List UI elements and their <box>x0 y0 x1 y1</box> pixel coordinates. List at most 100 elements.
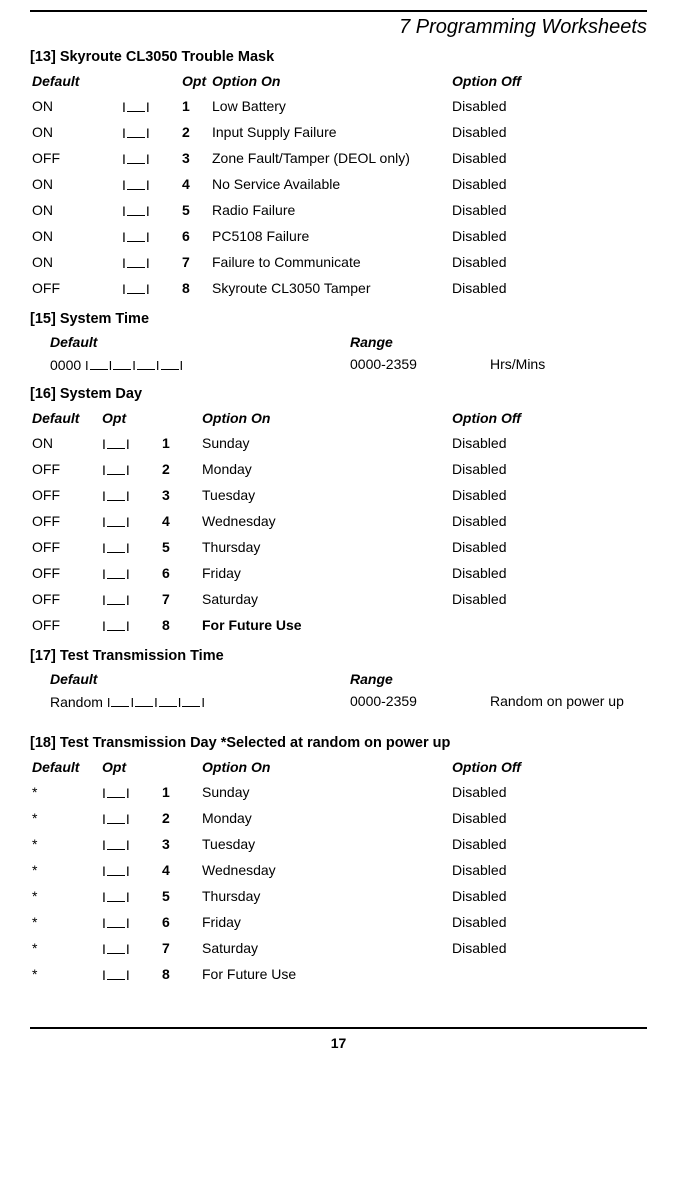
hdr-opt: Opt <box>100 755 160 779</box>
table-row: OFFII3TuesdayDisabled <box>30 482 647 508</box>
entry-field[interactable]: IIIII <box>107 695 205 710</box>
sec17-default: Random <box>50 694 103 710</box>
page: 7 Programming Worksheets [13] Skyroute C… <box>0 0 677 1051</box>
default-value: ON <box>30 430 100 456</box>
hdr-off: Option Off <box>450 406 647 430</box>
option-off: Disabled <box>450 857 647 883</box>
opt-number: 2 <box>160 805 200 831</box>
default-value: OFF <box>30 145 120 171</box>
section-15-title: [15] System Time <box>30 311 647 327</box>
option-on: Friday <box>200 560 450 586</box>
hdr-on: Option On <box>200 406 450 430</box>
entry-field[interactable]: II <box>100 961 160 987</box>
entry-field[interactable]: II <box>120 145 180 171</box>
entry-field[interactable]: II <box>120 119 180 145</box>
table-row: OFFII4WednesdayDisabled <box>30 508 647 534</box>
entry-field[interactable]: II <box>100 612 160 638</box>
option-on: Tuesday <box>200 831 450 857</box>
entry-field[interactable]: II <box>100 430 160 456</box>
option-off: Disabled <box>450 534 647 560</box>
entry-field[interactable]: II <box>120 93 180 119</box>
table-row: *II1SundayDisabled <box>30 779 647 805</box>
entry-field[interactable]: II <box>100 456 160 482</box>
bottom-rule <box>30 1027 647 1029</box>
option-on: Saturday <box>200 586 450 612</box>
default-value: ON <box>30 93 120 119</box>
option-off: Disabled <box>450 197 647 223</box>
option-on: Saturday <box>200 935 450 961</box>
sec15-default: 0000 <box>50 357 81 373</box>
entry-field[interactable]: II <box>100 935 160 961</box>
section-18-title: [18] Test Transmission Day *Selected at … <box>30 735 647 751</box>
section-15-header: DefaultRange <box>30 331 647 353</box>
option-off: Disabled <box>450 119 647 145</box>
entry-field[interactable]: II <box>120 223 180 249</box>
table-row: OFFII3Zone Fault/Tamper (DEOL only)Disab… <box>30 145 647 171</box>
default-value: OFF <box>30 586 100 612</box>
entry-field[interactable]: II <box>100 831 160 857</box>
hdr-off: Option Off <box>450 755 647 779</box>
entry-field[interactable]: II <box>120 275 180 301</box>
entry-field[interactable]: II <box>100 508 160 534</box>
entry-field[interactable]: II <box>120 197 180 223</box>
option-off: Disabled <box>450 805 647 831</box>
opt-number: 5 <box>160 883 200 909</box>
default-value: ON <box>30 119 120 145</box>
option-off: Disabled <box>450 145 647 171</box>
entry-field[interactable]: II <box>100 482 160 508</box>
default-value: OFF <box>30 456 100 482</box>
default-value: * <box>30 779 100 805</box>
entry-field[interactable]: II <box>100 779 160 805</box>
section-17-row: Random IIIII 0000-2359 Random on power u… <box>30 690 647 713</box>
option-on: Thursday <box>200 883 450 909</box>
opt-number: 8 <box>160 961 200 987</box>
opt-number: 3 <box>160 482 200 508</box>
entry-field[interactable]: II <box>120 249 180 275</box>
opt-number: 2 <box>180 119 210 145</box>
default-value: ON <box>30 249 120 275</box>
entry-field[interactable]: II <box>100 805 160 831</box>
hdr-range: Range <box>350 671 490 687</box>
table-header: Default Opt Option On Option Off <box>30 69 647 93</box>
entry-field[interactable]: II <box>120 171 180 197</box>
opt-number: 4 <box>160 857 200 883</box>
default-value: * <box>30 961 100 987</box>
opt-number: 6 <box>160 560 200 586</box>
option-off: Disabled <box>450 508 647 534</box>
opt-number: 8 <box>180 275 210 301</box>
table-row: ONII1Low BatteryDisabled <box>30 93 647 119</box>
section-17-header: Default Range <box>30 668 647 690</box>
option-off: Disabled <box>450 249 647 275</box>
table-row: OFFII8Skyroute CL3050 TamperDisabled <box>30 275 647 301</box>
table-row: *II5ThursdayDisabled <box>30 883 647 909</box>
default-value: * <box>30 831 100 857</box>
entry-field[interactable]: II <box>100 909 160 935</box>
option-off: Disabled <box>450 93 647 119</box>
table-row: *II6FridayDisabled <box>30 909 647 935</box>
default-value: OFF <box>30 560 100 586</box>
default-value: OFF <box>30 534 100 560</box>
hdr-default: Default <box>50 671 350 687</box>
entry-field[interactable]: II <box>100 857 160 883</box>
entry-field[interactable]: II <box>100 560 160 586</box>
option-on: Tuesday <box>200 482 450 508</box>
entry-field[interactable]: II <box>100 534 160 560</box>
option-on: Wednesday <box>200 508 450 534</box>
hdr-on: Option On <box>210 69 450 93</box>
page-number: 17 <box>30 1035 647 1051</box>
option-off: Disabled <box>450 456 647 482</box>
table-row: *II7SaturdayDisabled <box>30 935 647 961</box>
entry-field[interactable]: II <box>100 883 160 909</box>
entry-field[interactable]: II <box>100 586 160 612</box>
table-row: OFFII7SaturdayDisabled <box>30 586 647 612</box>
option-on: Zone Fault/Tamper (DEOL only) <box>210 145 450 171</box>
table-row: ONII4No Service AvailableDisabled <box>30 171 647 197</box>
sec15-unit: Hrs/Mins <box>490 356 647 373</box>
entry-field[interactable]: IIIII <box>85 358 183 373</box>
option-on: Thursday <box>200 534 450 560</box>
sec17-unit: Random on power up <box>490 693 647 710</box>
opt-number: 7 <box>160 586 200 612</box>
default-value: OFF <box>30 508 100 534</box>
hdr-opt: Opt <box>100 406 160 430</box>
option-on: For Future Use <box>200 612 450 638</box>
